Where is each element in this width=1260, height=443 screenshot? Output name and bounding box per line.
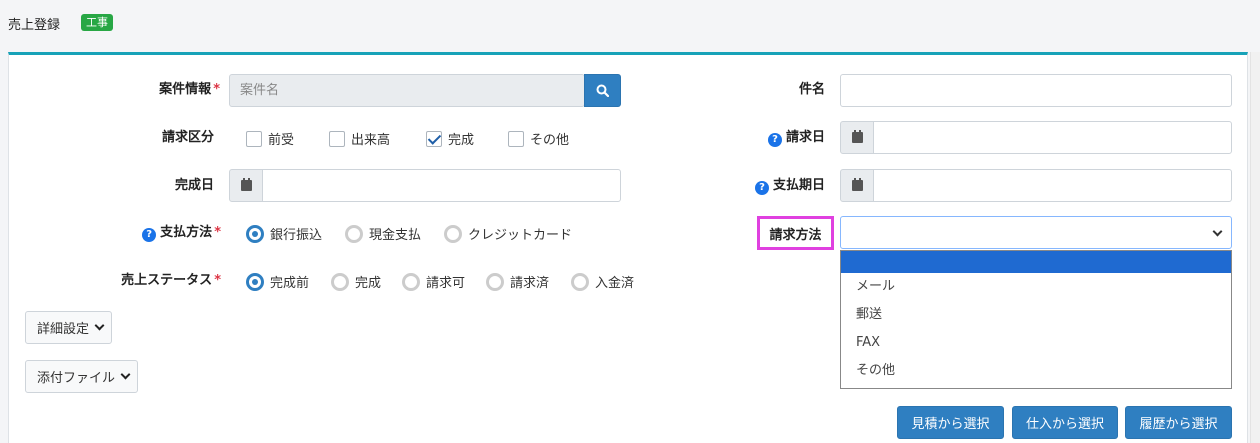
calendar-icon xyxy=(851,130,863,143)
case-name-input[interactable]: 案件名 xyxy=(229,74,585,107)
billing-method-dropdown: メール 郵送 FAX その他 xyxy=(840,250,1232,389)
radio[interactable] xyxy=(402,272,420,291)
select-from-purchase-button[interactable]: 仕入から選択 xyxy=(1012,406,1118,439)
calendar-icon xyxy=(240,178,252,191)
subject-input[interactable] xyxy=(840,74,1232,107)
checkbox-checked[interactable] xyxy=(426,130,442,147)
calendar-icon xyxy=(851,178,863,191)
payment-due-label: ? 支払期日 xyxy=(625,176,825,196)
chevron-down-icon xyxy=(1212,226,1223,237)
billing-type-option-advance[interactable]: 前受 xyxy=(246,129,294,148)
completion-date-label: 完成日 xyxy=(174,178,214,193)
dropdown-option-email[interactable]: メール xyxy=(841,273,1231,301)
attachments-toggle-button[interactable]: 添付ファイル xyxy=(25,360,139,393)
payment-due-calendar-button[interactable] xyxy=(840,169,874,202)
payment-method-bank[interactable]: 銀行振込 xyxy=(246,224,322,243)
sales-status-billable[interactable]: 請求可 xyxy=(402,272,465,291)
dropdown-option-post[interactable]: 郵送 xyxy=(841,301,1231,329)
billing-type-option-other[interactable]: その他 xyxy=(508,129,569,148)
scrollbar[interactable] xyxy=(1250,52,1260,443)
dropdown-option-fax[interactable]: FAX xyxy=(841,329,1231,357)
help-icon[interactable]: ? xyxy=(754,181,769,195)
payment-method-cash[interactable]: 現金支払 xyxy=(345,224,421,243)
sales-status-billed[interactable]: 請求済 xyxy=(486,272,549,291)
search-icon xyxy=(596,84,609,97)
case-info-label: 案件情報 * xyxy=(159,82,220,97)
billing-method-label: 請求方法 xyxy=(757,216,834,250)
completion-date-input[interactable] xyxy=(262,169,621,202)
select-from-estimate-button[interactable]: 見積から選択 xyxy=(897,406,1004,439)
sales-status-paid[interactable]: 入金済 xyxy=(571,272,634,291)
billing-type-label: 請求区分 xyxy=(161,130,214,145)
details-toggle-button[interactable]: 詳細設定 xyxy=(25,311,113,344)
radio-selected[interactable] xyxy=(246,272,264,291)
checkbox[interactable] xyxy=(508,130,524,147)
radio[interactable] xyxy=(444,224,462,243)
help-icon[interactable]: ? xyxy=(767,133,782,147)
page-title: 売上登録 xyxy=(8,18,61,33)
dropdown-option-other[interactable]: その他 xyxy=(841,357,1231,385)
dropdown-option-blank[interactable] xyxy=(841,251,1231,273)
chevron-down-icon xyxy=(120,369,131,380)
checkbox[interactable] xyxy=(246,130,262,147)
billing-date-label: ? 請求日 xyxy=(625,128,825,148)
billing-date-calendar-button[interactable] xyxy=(840,121,874,154)
radio[interactable] xyxy=(571,272,589,291)
billing-type-option-complete[interactable]: 完成 xyxy=(426,129,474,148)
subject-label: 件名 xyxy=(798,82,825,97)
radio-selected[interactable] xyxy=(246,224,264,243)
select-from-history-button[interactable]: 履歴から選択 xyxy=(1125,406,1232,439)
billing-type-option-progress[interactable]: 出来高 xyxy=(329,129,390,148)
category-badge: 工事 xyxy=(81,14,113,31)
chevron-down-icon xyxy=(94,320,105,331)
radio[interactable] xyxy=(486,272,504,291)
case-search-button[interactable] xyxy=(584,74,621,107)
sales-status-label: 売上ステータス * xyxy=(121,273,221,288)
radio[interactable] xyxy=(331,272,349,291)
payment-method-label: ? 支払方法 * xyxy=(21,223,221,243)
payment-due-input[interactable] xyxy=(873,169,1232,202)
sales-status-complete[interactable]: 完成 xyxy=(331,272,381,291)
billing-date-input[interactable] xyxy=(873,121,1232,154)
payment-method-credit[interactable]: クレジットカード xyxy=(444,224,572,243)
completion-date-calendar-button[interactable] xyxy=(229,169,263,202)
billing-method-select[interactable] xyxy=(840,216,1232,249)
sales-status-before-complete[interactable]: 完成前 xyxy=(246,272,309,291)
help-icon[interactable]: ? xyxy=(142,228,157,242)
radio[interactable] xyxy=(345,224,363,243)
checkbox[interactable] xyxy=(329,130,345,147)
case-name-placeholder: 案件名 xyxy=(240,83,280,98)
